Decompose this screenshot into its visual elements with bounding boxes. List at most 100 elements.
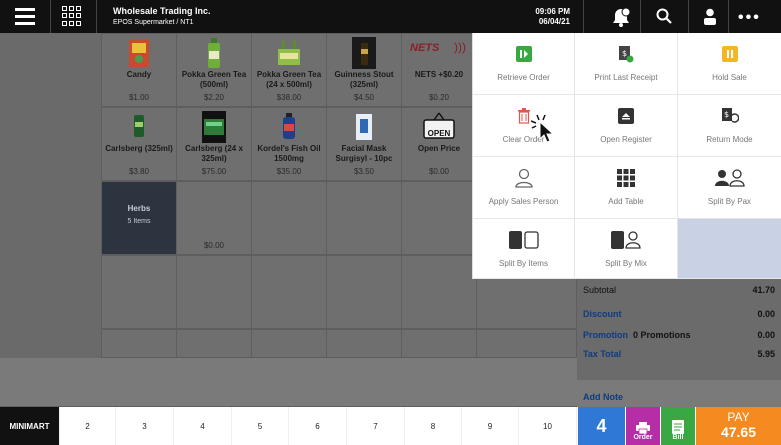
notification-bell-icon[interactable] — [609, 6, 633, 28]
top-bar: Wholesale Trading Inc. EPOS Supermarket … — [0, 0, 781, 33]
footer-strip — [0, 358, 577, 406]
tax-row: Tax Total 5.95 — [583, 349, 775, 359]
return-mode-button[interactable]: $ Return Mode — [678, 95, 781, 157]
tab-5[interactable]: 5 — [232, 407, 289, 445]
discount-row[interactable]: Discount 0.00 — [583, 309, 775, 319]
clock: 09:06 PM 06/04/21 — [528, 7, 570, 27]
product-tile[interactable]: Pokka Green Tea (500ml) $2.20 — [177, 34, 251, 106]
empty-tile — [402, 256, 476, 328]
facial-mask-image — [356, 114, 372, 140]
user-icon[interactable] — [703, 8, 717, 31]
clear-order-button[interactable]: Clear Order — [473, 95, 575, 157]
product-tile[interactable]: Carlsberg (325ml) $3.80 — [102, 108, 176, 180]
add-table-button[interactable]: Add Table — [575, 157, 678, 219]
person-outline-icon — [514, 167, 533, 189]
product-tile[interactable]: Facial Mask Surgisyl - 10pc $3.50 — [327, 108, 401, 180]
split-by-mix-button[interactable]: Split By Mix — [575, 219, 678, 279]
menu-label: Open Register — [600, 135, 652, 144]
hold-sale-button[interactable]: Hold Sale — [678, 33, 781, 95]
menu-label: Split By Items — [499, 259, 548, 268]
printer-icon — [636, 422, 650, 434]
tab-8[interactable]: 8 — [405, 407, 462, 445]
tax-label: Tax Total — [583, 349, 622, 359]
split-pax-icon — [714, 167, 745, 189]
product-name: Carlsberg (325ml) — [105, 144, 173, 153]
tab-6[interactable]: 6 — [289, 407, 347, 445]
order-label: Order — [633, 434, 653, 441]
add-note-button[interactable]: Add Note — [577, 380, 781, 408]
category-tile-herbs[interactable]: Herbs 5 Items — [102, 182, 176, 254]
product-tile[interactable]: Pokka Green Tea (24 x 500ml) $38.00 — [252, 34, 326, 106]
product-name: Guinness Stout (325ml) — [334, 70, 394, 89]
open-sign-icon — [423, 112, 455, 139]
promotion-label[interactable]: Promotion — [583, 330, 628, 340]
promotion-count: 0 Promotions — [633, 330, 691, 340]
green-tea-pack-image — [278, 41, 300, 65]
subtotal-row: Subtotal 41.70 — [583, 285, 775, 295]
tab-7[interactable]: 7 — [347, 407, 405, 445]
product-tile[interactable]: Guinness Stout (325ml) $4.50 — [327, 34, 401, 106]
category-count: 5 Items — [127, 218, 151, 225]
empty-tile — [402, 182, 476, 254]
candy-image — [129, 39, 149, 67]
apply-sales-person-button[interactable]: Apply Sales Person — [473, 157, 575, 219]
product-tile[interactable]: Candy $1.00 — [102, 34, 176, 106]
menu-label: Return Mode — [706, 135, 753, 144]
open-register-button[interactable]: Open Register — [575, 95, 678, 157]
product-name: Candy — [126, 70, 152, 79]
product-tile[interactable]: OPEN Open Price $0.00 — [402, 108, 476, 180]
product-price: $2.20 — [203, 93, 225, 102]
hamburger-menu-icon[interactable] — [0, 0, 50, 33]
menu-empty-cell — [678, 219, 781, 279]
category-name: Herbs — [127, 204, 151, 213]
product-price: $4.50 — [353, 93, 375, 102]
product-name: Pokka Green Tea (24 x 500ml) — [256, 70, 322, 89]
table-grid-icon — [617, 167, 635, 189]
product-name: Kordel's Fish Oil 1500mg — [257, 144, 321, 163]
discount-label[interactable]: Discount — [583, 309, 622, 319]
product-tile[interactable]: $0.00 — [177, 182, 251, 254]
split-mix-icon — [611, 229, 641, 251]
subtotal-label: Subtotal — [583, 285, 617, 295]
pay-amount: 47.65 — [720, 424, 757, 440]
product-tile[interactable]: Carlsberg (24 x 325ml) $75.00 — [177, 108, 251, 180]
retrieve-order-icon — [515, 43, 532, 65]
store-info: Wholesale Trading Inc. EPOS Supermarket … — [113, 6, 211, 28]
search-icon[interactable] — [656, 8, 672, 29]
retrieve-order-button[interactable]: Retrieve Order — [473, 33, 575, 95]
tab-4[interactable]: 4 — [174, 407, 232, 445]
split-by-pax-button[interactable]: Split By Pax — [678, 157, 781, 219]
menu-label: Apply Sales Person — [488, 197, 559, 206]
print-last-receipt-button[interactable]: $ Print Last Receipt — [575, 33, 678, 95]
bill-button[interactable]: Bill — [661, 407, 695, 445]
tab-10[interactable]: 10 — [519, 407, 577, 445]
pay-button[interactable]: PAY 47.65 — [696, 407, 781, 445]
apps-grid-icon[interactable] — [62, 6, 82, 26]
tab-2[interactable]: 2 — [60, 407, 116, 445]
tab-9[interactable]: 9 — [462, 407, 519, 445]
promotion-value: 0.00 — [757, 330, 775, 340]
product-price: $0.00 — [203, 241, 225, 250]
store-location: EPOS Supermarket / NT1 — [113, 19, 194, 26]
item-count-button[interactable]: 4 — [578, 407, 625, 445]
menu-label: Add Table — [608, 197, 644, 206]
split-by-items-button[interactable]: Split By Items — [473, 219, 575, 279]
empty-tile — [102, 256, 176, 328]
product-tile[interactable]: NETS ))) NETS +$0.20 $0.20 — [402, 34, 476, 106]
open-register-icon — [618, 105, 634, 127]
order-button[interactable]: Order — [626, 407, 660, 445]
tab-minimart[interactable]: MINIMART — [0, 407, 60, 445]
empty-tile — [177, 256, 251, 328]
time: 09:06 PM — [535, 7, 570, 16]
subtotal-value: 41.70 — [752, 285, 775, 295]
menu-label: Hold Sale — [712, 73, 747, 82]
empty-tile — [177, 330, 251, 357]
product-price: $38.00 — [276, 93, 302, 102]
product-name: Pokka Green Tea (500ml) — [181, 70, 247, 89]
svg-text:$: $ — [724, 110, 729, 119]
more-options-icon[interactable]: ••• — [738, 9, 761, 27]
product-tile[interactable]: Kordel's Fish Oil 1500mg $35.00 — [252, 108, 326, 180]
menu-label: Print Last Receipt — [594, 73, 658, 82]
promotion-row[interactable]: Promotion 0 Promotions 0.00 — [583, 330, 775, 340]
tab-3[interactable]: 3 — [116, 407, 174, 445]
